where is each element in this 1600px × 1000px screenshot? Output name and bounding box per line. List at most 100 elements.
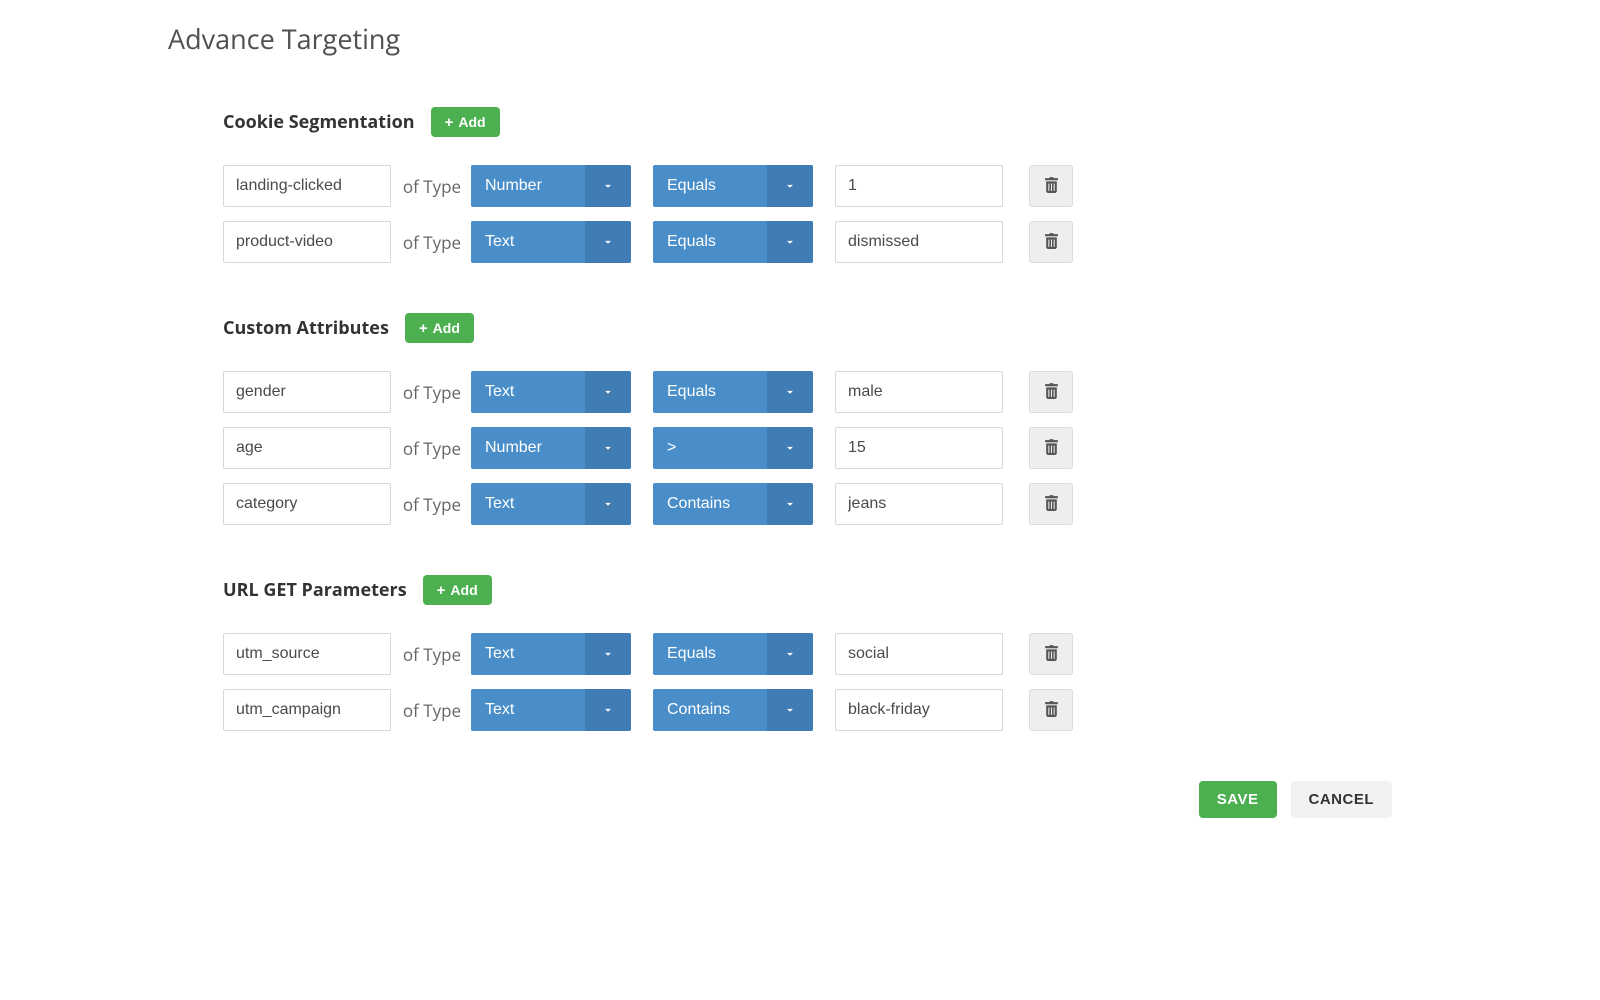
operator-select-label: Equals <box>653 177 767 195</box>
type-select-wrap: Text <box>471 221 631 263</box>
section-custom-attributes: Custom Attributes+Addof TypeTextEqualsof… <box>223 313 1432 525</box>
operator-select[interactable]: Equals <box>653 633 813 675</box>
type-select[interactable]: Number <box>471 165 631 207</box>
delete-button[interactable] <box>1029 633 1073 675</box>
chevron-down-icon <box>585 633 631 675</box>
operator-select[interactable]: Contains <box>653 689 813 731</box>
operator-select[interactable]: Contains <box>653 483 813 525</box>
rule-value-input[interactable] <box>835 633 1003 675</box>
type-select[interactable]: Text <box>471 371 631 413</box>
page-title: Advance Targeting <box>168 20 1432 57</box>
type-select-wrap: Number <box>471 427 631 469</box>
trash-icon <box>1044 232 1059 252</box>
rule-rows: of TypeNumberEqualsof TypeTextEquals <box>223 165 1432 263</box>
rule-key-input[interactable] <box>223 371 391 413</box>
trash-icon <box>1044 382 1059 402</box>
operator-select-wrap: Equals <box>653 165 813 207</box>
type-select-wrap: Text <box>471 689 631 731</box>
add-button-label: Add <box>450 582 477 598</box>
delete-button[interactable] <box>1029 483 1073 525</box>
of-type-label: of Type <box>393 493 471 516</box>
rule-value-input[interactable] <box>835 371 1003 413</box>
trash-icon <box>1044 700 1059 720</box>
delete-button[interactable] <box>1029 371 1073 413</box>
of-type-label: of Type <box>393 699 471 722</box>
operator-select-label: Equals <box>653 645 767 663</box>
type-select[interactable]: Text <box>471 221 631 263</box>
type-select[interactable]: Text <box>471 689 631 731</box>
operator-select-label: Contains <box>653 495 767 513</box>
rule-key-input[interactable] <box>223 689 391 731</box>
delete-button[interactable] <box>1029 427 1073 469</box>
add-button[interactable]: +Add <box>431 107 500 137</box>
rule-value-input[interactable] <box>835 483 1003 525</box>
operator-select-wrap: > <box>653 427 813 469</box>
chevron-down-icon <box>585 483 631 525</box>
of-type-label: of Type <box>393 175 471 198</box>
chevron-down-icon <box>767 689 813 731</box>
type-select[interactable]: Text <box>471 633 631 675</box>
chevron-down-icon <box>767 371 813 413</box>
plus-icon: + <box>437 583 446 598</box>
operator-select[interactable]: > <box>653 427 813 469</box>
add-button[interactable]: + Add <box>423 575 492 605</box>
rule-rows: of TypeTextEqualsof TypeTextContains <box>223 633 1432 731</box>
operator-select-wrap: Contains <box>653 689 813 731</box>
operator-select-wrap: Contains <box>653 483 813 525</box>
chevron-down-icon <box>585 689 631 731</box>
chevron-down-icon <box>767 633 813 675</box>
rule-row: of TypeTextEquals <box>223 633 1432 675</box>
rule-value-input[interactable] <box>835 221 1003 263</box>
rule-value-input[interactable] <box>835 689 1003 731</box>
rule-row: of TypeText Equals <box>223 221 1432 263</box>
of-type-label: of Type <box>393 231 471 254</box>
rule-key-input[interactable] <box>223 165 391 207</box>
delete-button[interactable] <box>1029 221 1073 263</box>
operator-select[interactable]: Equals <box>653 165 813 207</box>
type-select-label: Text <box>471 495 585 513</box>
type-select[interactable]: Number <box>471 427 631 469</box>
type-select[interactable]: Text <box>471 483 631 525</box>
rule-key-input[interactable] <box>223 483 391 525</box>
operator-select[interactable]: Equals <box>653 371 813 413</box>
rule-row: of TypeText Contains <box>223 483 1432 525</box>
rule-key-input[interactable] <box>223 221 391 263</box>
operator-select-label: Equals <box>653 383 767 401</box>
trash-icon <box>1044 176 1059 196</box>
rule-value-input[interactable] <box>835 165 1003 207</box>
chevron-down-icon <box>585 221 631 263</box>
rule-key-input[interactable] <box>223 427 391 469</box>
operator-select[interactable]: Equals <box>653 221 813 263</box>
type-select-wrap: Text <box>471 483 631 525</box>
type-select-label: Number <box>471 177 585 195</box>
delete-button[interactable] <box>1029 165 1073 207</box>
type-select-label: Text <box>471 645 585 663</box>
add-button-label: Add <box>433 320 460 336</box>
section-header: Cookie Segmentation+Add <box>223 107 1432 137</box>
operator-select-wrap: Equals <box>653 221 813 263</box>
cancel-button[interactable]: CANCEL <box>1291 781 1393 818</box>
trash-icon <box>1044 438 1059 458</box>
rule-row: of TypeText Contains <box>223 689 1432 731</box>
of-type-label: of Type <box>393 381 471 404</box>
delete-button[interactable] <box>1029 689 1073 731</box>
rule-value-input[interactable] <box>835 427 1003 469</box>
chevron-down-icon <box>767 221 813 263</box>
chevron-down-icon <box>767 483 813 525</box>
section-url-get-parameters: URL GET Parameters+Addof TypeTextEqualso… <box>223 575 1432 731</box>
type-select-label: Text <box>471 701 585 719</box>
type-select-label: Text <box>471 233 585 251</box>
of-type-label: of Type <box>393 437 471 460</box>
chevron-down-icon <box>767 427 813 469</box>
section-header: Custom Attributes+Add <box>223 313 1432 343</box>
operator-select-label: Contains <box>653 701 767 719</box>
add-button[interactable]: + Add <box>405 313 474 343</box>
type-select-wrap: Number <box>471 165 631 207</box>
operator-select-label: Equals <box>653 233 767 251</box>
plus-icon: + <box>419 321 428 336</box>
rule-key-input[interactable] <box>223 633 391 675</box>
add-button-label: Add <box>458 114 485 130</box>
footer-actions: SAVE CANCEL <box>168 781 1392 818</box>
save-button[interactable]: SAVE <box>1199 781 1277 818</box>
chevron-down-icon <box>585 371 631 413</box>
